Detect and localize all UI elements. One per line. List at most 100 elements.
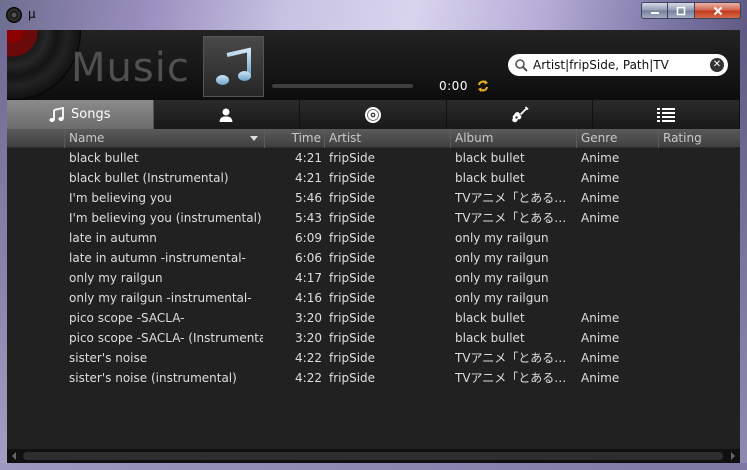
sort-descending-icon [250, 136, 258, 141]
song-artist: fripSide [329, 211, 376, 225]
window-controls [641, 2, 741, 19]
repeat-icon[interactable] [476, 79, 490, 93]
person-icon [219, 108, 233, 122]
maximize-button[interactable] [668, 2, 695, 19]
column-header-time[interactable]: Time [265, 129, 325, 148]
song-row[interactable]: black bullet 4:21 fripSide black bullet Anim… [7, 148, 740, 168]
title-bar[interactable]: μ [0, 0, 747, 30]
song-row[interactable]: pico scope -SACLA- 3:20 fripSide black bull… [7, 308, 740, 328]
tab-genres[interactable] [446, 100, 594, 129]
song-time: 3:20 [295, 331, 322, 345]
song-album: TVアニメ「とある… [455, 371, 567, 385]
window-frame-right [740, 30, 747, 470]
playlist-icon [657, 107, 676, 122]
song-genre: Anime [581, 311, 620, 325]
song-row[interactable]: I'm believing you 5:46 fripSide TVアニメ「とある… A… [7, 188, 740, 208]
song-time: 4:22 [295, 351, 322, 365]
song-album: only my railgun [455, 271, 549, 285]
search-icon [515, 59, 528, 72]
tab-artists[interactable] [153, 100, 301, 129]
song-album: TVアニメ「とある… [455, 211, 567, 225]
song-name: I'm believing you [69, 191, 172, 205]
tab-playlists[interactable] [593, 100, 740, 129]
tab-albums[interactable] [300, 100, 447, 129]
song-name: only my railgun [69, 271, 163, 285]
clear-search-icon[interactable]: ✕ [710, 58, 724, 72]
horizontal-scrollbar[interactable] [7, 449, 740, 463]
close-icon [713, 6, 722, 15]
song-row[interactable]: pico scope -SACLA- (Instrumental) 3:20 fri… [7, 328, 740, 348]
song-artist: fripSide [329, 291, 376, 305]
song-album: only my railgun [455, 251, 549, 265]
song-name: sister's noise [69, 351, 148, 365]
search-input[interactable] [533, 58, 710, 72]
song-album: only my railgun [455, 231, 549, 245]
song-rating [663, 248, 739, 268]
scrollbar-thumb[interactable] [23, 452, 723, 460]
song-rating [663, 168, 739, 188]
song-time: 4:17 [295, 271, 322, 285]
song-row[interactable]: only my railgun -instrumental- 4:16 fripSi… [7, 288, 740, 308]
song-row[interactable]: I'm believing you (instrumental) 5:43 frip… [7, 208, 740, 228]
minimize-button[interactable] [641, 2, 668, 19]
album-art[interactable] [203, 36, 264, 97]
column-header-blank[interactable] [7, 129, 65, 148]
window-frame-bottom [0, 463, 747, 470]
guitar-icon [511, 105, 529, 122]
app-icon[interactable] [6, 7, 22, 23]
song-time: 4:16 [295, 291, 322, 305]
song-row[interactable]: sister's noise 4:22 fripSide TVアニメ「とある… Anim… [7, 348, 740, 368]
song-row[interactable]: late in autumn 6:09 fripSide only my railgu… [7, 228, 740, 248]
song-time: 4:22 [295, 371, 322, 385]
tab-songs[interactable]: Songs [7, 100, 154, 129]
song-rating [663, 208, 739, 228]
song-rating [663, 348, 739, 368]
song-artist: fripSide [329, 151, 376, 165]
song-row[interactable]: black bullet (Instrumental) 4:21 fripSide b… [7, 168, 740, 188]
song-time: 5:46 [295, 191, 322, 205]
search-box[interactable]: ✕ [508, 54, 728, 76]
song-rating [663, 188, 739, 208]
tab-songs-label: Songs [71, 107, 111, 122]
song-row[interactable]: only my railgun 4:17 fripSide only my railg… [7, 268, 740, 288]
song-artist: fripSide [329, 371, 376, 385]
song-list: black bullet 4:21 fripSide black bullet Anim… [7, 148, 740, 449]
music-note-icon [215, 46, 251, 85]
close-button[interactable] [695, 2, 741, 19]
column-name-label: Name [69, 131, 105, 145]
song-name: late in autumn [69, 231, 157, 245]
scroll-right-button[interactable] [726, 449, 740, 463]
seek-bar[interactable] [272, 84, 413, 88]
song-row[interactable]: sister's noise (instrumental) 4:22 fripSid… [7, 368, 740, 388]
song-time: 5:43 [295, 211, 322, 225]
song-row[interactable]: late in autumn -instrumental- 6:06 fripSid… [7, 248, 740, 268]
song-album: black bullet [455, 331, 525, 345]
song-artist: fripSide [329, 231, 376, 245]
song-time: 6:09 [295, 231, 322, 245]
column-header-name[interactable]: Name [65, 129, 265, 148]
disc-icon [364, 106, 381, 123]
song-name: black bullet (Instrumental) [69, 171, 229, 185]
column-header-rating[interactable]: Rating [659, 129, 740, 148]
song-album: black bullet [455, 151, 525, 165]
song-name: sister's noise (instrumental) [69, 371, 237, 385]
song-artist: fripSide [329, 251, 376, 265]
column-header-artist[interactable]: Artist [325, 129, 451, 148]
arrow-left-icon [12, 452, 16, 460]
song-genre [581, 268, 657, 288]
song-time: 3:20 [295, 311, 322, 325]
song-genre: Anime [581, 151, 620, 165]
song-album: TVアニメ「とある… [455, 351, 567, 365]
music-app: Music 0:00 ✕ [7, 30, 740, 463]
time-display: 0:00 [439, 79, 468, 93]
scroll-left-button[interactable] [7, 449, 21, 463]
column-header-genre[interactable]: Genre [577, 129, 659, 148]
song-rating [663, 228, 739, 248]
song-rating [663, 148, 739, 168]
song-name: black bullet [69, 151, 139, 165]
song-name: I'm believing you (instrumental) [69, 211, 262, 225]
maximize-icon [676, 6, 686, 15]
song-time: 6:06 [295, 251, 322, 265]
column-header-album[interactable]: Album [451, 129, 577, 148]
song-artist: fripSide [329, 171, 376, 185]
